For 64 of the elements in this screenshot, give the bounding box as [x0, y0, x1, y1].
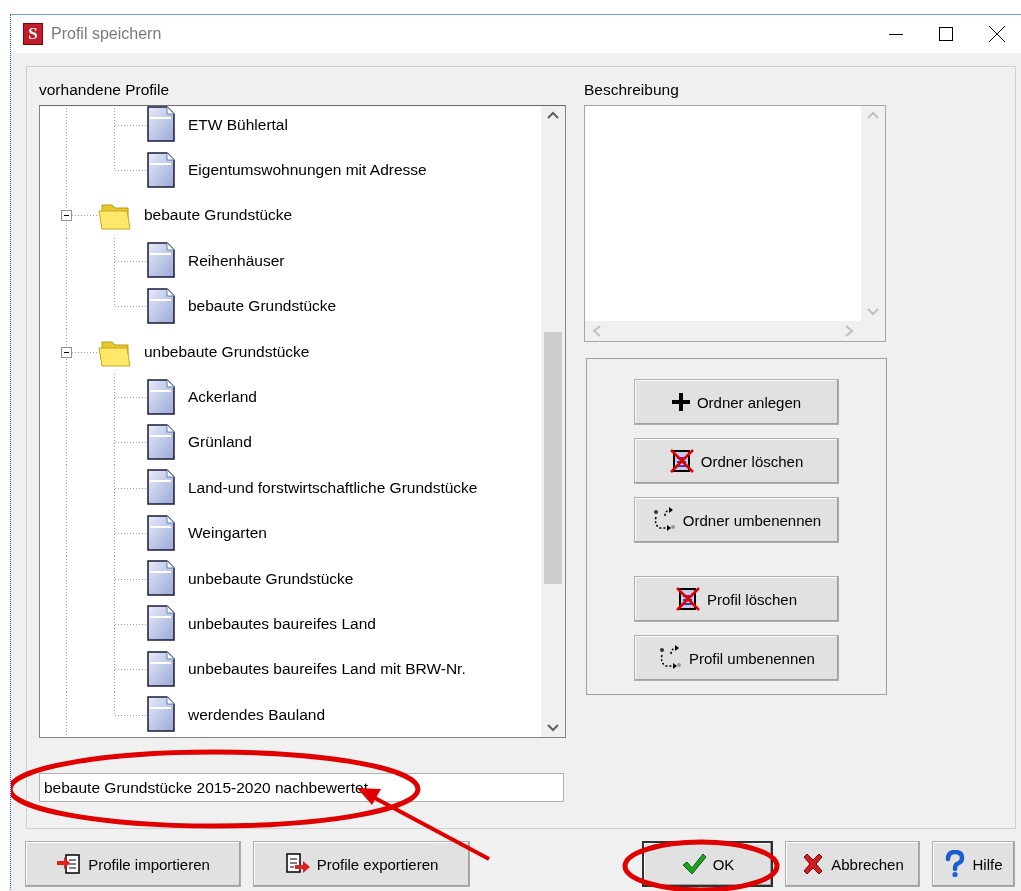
export-button[interactable]: Profile exportieren [253, 841, 470, 887]
crossed-document-icon [674, 586, 701, 612]
document-icon [146, 151, 176, 189]
profile-label[interactable]: werdendes Bauland [188, 705, 326, 724]
document-icon [146, 242, 176, 280]
profile-label[interactable]: Grünland [188, 433, 252, 452]
add-folder-button[interactable]: Ordner anlegen [633, 379, 839, 425]
cancel-button[interactable]: Abbrechen [785, 841, 920, 887]
tree-line [71, 351, 98, 353]
profile-label[interactable]: Land-und forstwirtschaftliche Grundstücke [188, 478, 478, 497]
document-icon [146, 469, 176, 507]
document-icon [146, 287, 176, 325]
help-icon [944, 850, 967, 878]
profile-label[interactable]: unbebaute Grundstücke [188, 569, 354, 588]
document-icon [146, 650, 176, 688]
export-document-icon [284, 852, 311, 876]
document-icon [146, 605, 176, 643]
rename-button[interactable]: Profil umbenennen [633, 635, 839, 681]
profile-label[interactable]: unbebautes baureifes Land [188, 615, 376, 633]
delete-button[interactable]: Profil löschen [633, 576, 839, 622]
folder-label[interactable]: unbebaute Grundstücke [144, 342, 310, 361]
horizontal-scrollbar[interactable] [585, 321, 861, 341]
vertical-scrollbar[interactable] [541, 106, 565, 737]
collapse-toggle[interactable] [61, 346, 72, 358]
tree-label: vorhandene Profile [39, 81, 171, 100]
tree-line [114, 601, 146, 647]
window-title: Profil speichern [51, 25, 163, 43]
maximize-icon[interactable] [939, 27, 953, 41]
description-field[interactable] [584, 105, 886, 342]
profile-label[interactable]: Ackerland [188, 388, 257, 407]
app-logo: S [23, 23, 43, 45]
tree-line [71, 215, 98, 217]
rename-button[interactable]: Ordner umbenennen [633, 497, 839, 543]
tree-line [114, 464, 146, 511]
tree-line [114, 419, 146, 466]
close-icon[interactable] [989, 26, 1005, 42]
profile-label[interactable]: ETW Bühlertal [188, 115, 288, 134]
import-button[interactable]: Profile importieren [25, 841, 241, 887]
document-icon [146, 560, 176, 598]
document-icon [146, 378, 176, 416]
description-label: Beschreibung [584, 81, 680, 100]
document-icon [146, 423, 176, 461]
scroll-left-icon[interactable] [591, 324, 603, 338]
profile-name-field[interactable]: bebaute Grundstücke 2015-2020 nachbewertet [39, 773, 564, 802]
profile-label[interactable]: Reihenhäuser [188, 251, 285, 270]
crossed-document-icon [668, 448, 695, 474]
scroll-thumb[interactable] [544, 332, 562, 584]
help-button[interactable]: Hilfe [932, 841, 1015, 887]
checkmark-icon [680, 852, 707, 876]
folder-label[interactable]: bebaute Grundstücke [144, 206, 293, 225]
tree-line [114, 510, 146, 557]
collapse-toggle[interactable] [61, 210, 72, 222]
rename-arrow-icon [657, 645, 684, 671]
profile-label[interactable]: bebaute Grundstücke [188, 297, 337, 316]
plus-icon [670, 392, 691, 412]
profile-label[interactable]: unbebautes baureifes Land mit BRW-Nr. [188, 660, 466, 679]
document-icon [146, 514, 176, 552]
tree-line [114, 555, 146, 602]
import-document-icon [56, 852, 83, 876]
document-icon [146, 696, 176, 734]
scroll-right-icon[interactable] [843, 324, 855, 338]
delete-button[interactable]: Ordner löschen [633, 438, 839, 484]
profile-label[interactable]: Eigentumswohnungen mit Adresse [188, 161, 427, 180]
profile-label[interactable]: Weingarten [188, 524, 267, 543]
